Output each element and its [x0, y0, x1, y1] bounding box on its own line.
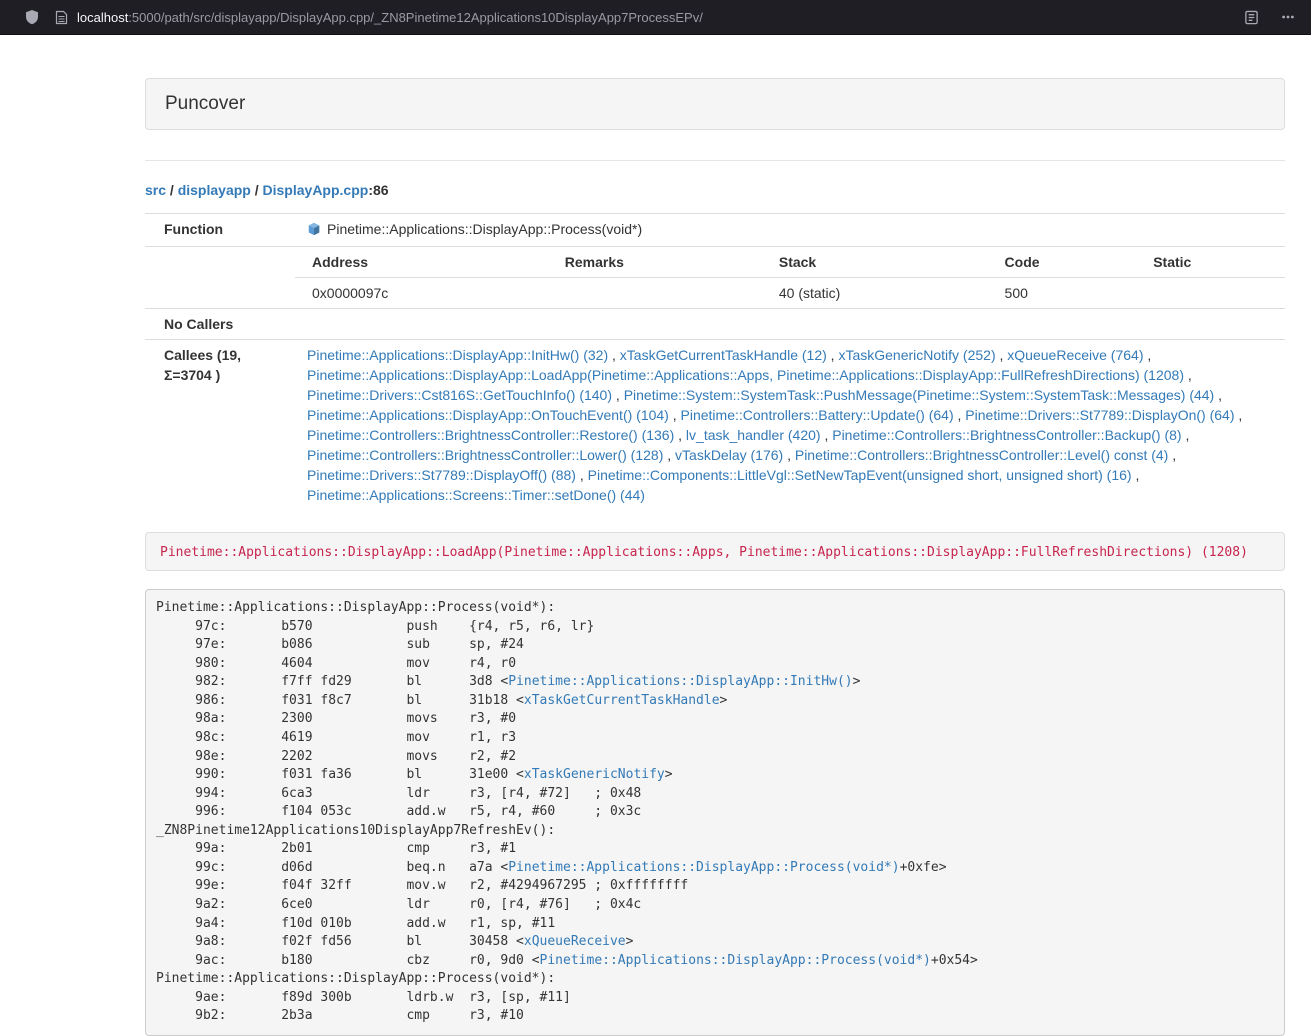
callee-link[interactable]: Pinetime::Controllers::BrightnessControl… — [832, 427, 1181, 443]
main-content: Puncover src / displayapp / DisplayApp.c… — [145, 78, 1285, 1036]
col-header-address: Address — [295, 247, 548, 278]
col-header-code: Code — [988, 247, 1137, 278]
breadcrumb-link-src[interactable]: src — [145, 182, 166, 198]
function-name: Pinetime::Applications::DisplayApp::Proc… — [327, 221, 642, 237]
callee-link[interactable]: lv_task_handler (420) — [686, 427, 821, 443]
callees-cell: Pinetime::Applications::DisplayApp::Init… — [295, 340, 1285, 511]
selected-symbol: Pinetime::Applications::DisplayApp::Load… — [160, 545, 1248, 560]
callee-link[interactable]: Pinetime::Applications::DisplayApp::Init… — [307, 347, 608, 363]
disassembly-symbol-link[interactable]: Pinetime::Applications::DisplayApp::Proc… — [508, 860, 899, 875]
col-header-static: Static — [1136, 247, 1285, 278]
no-callers-cell — [295, 309, 1285, 340]
function-table: Function Pinetime::Applications::Display… — [145, 213, 1285, 510]
callee-link[interactable]: vTaskDelay (176) — [675, 447, 783, 463]
url-host: localhost — [77, 10, 128, 25]
disassembly-symbol-link[interactable]: xTaskGetCurrentTaskHandle — [524, 693, 720, 708]
no-callers-label: No Callers — [145, 309, 295, 340]
app-title[interactable]: Puncover — [165, 93, 245, 114]
disassembly-symbol-link[interactable]: xTaskGenericNotify — [524, 767, 665, 782]
breadcrumb-link-displayapp-cpp[interactable]: DisplayApp.cpp — [263, 182, 369, 198]
detail-row: Address Remarks Stack Code Static 0x0000… — [145, 247, 1285, 309]
browser-toolbar: localhost:5000/path/src/displayapp/Displ… — [0, 0, 1311, 35]
no-callers-row: No Callers — [145, 309, 1285, 340]
disassembly-symbol-link[interactable]: Pinetime::Applications::DisplayApp::Init… — [508, 674, 852, 689]
callee-link[interactable]: xQueueReceive (764) — [1007, 347, 1143, 363]
stack-value: 40 (static) — [762, 278, 988, 309]
callee-link[interactable]: xTaskGenericNotify (252) — [838, 347, 995, 363]
url-bar[interactable]: localhost:5000/path/src/displayapp/Displ… — [55, 10, 1222, 25]
detail-header-row: Address Remarks Stack Code Static — [295, 247, 1285, 278]
page-actions-icon[interactable] — [1281, 10, 1295, 24]
callee-link[interactable]: Pinetime::Applications::Screens::Timer::… — [307, 487, 645, 503]
callee-link[interactable]: xTaskGetCurrentTaskHandle (12) — [620, 347, 827, 363]
shield-icon[interactable] — [24, 9, 40, 25]
disassembly-symbol-link[interactable]: xQueueReceive — [524, 934, 626, 949]
callee-link[interactable]: Pinetime::Controllers::Battery::Update()… — [681, 407, 954, 423]
callee-link[interactable]: Pinetime::Controllers::BrightnessControl… — [307, 427, 674, 443]
detail-table: Address Remarks Stack Code Static 0x0000… — [295, 247, 1285, 308]
breadcrumb-separator: / — [166, 182, 178, 198]
breadcrumb-link-displayapp[interactable]: displayapp — [178, 182, 251, 198]
page-icon — [55, 10, 68, 25]
detail-cell: Address Remarks Stack Code Static 0x0000… — [295, 247, 1285, 309]
callee-link[interactable]: Pinetime::Applications::DisplayApp::Load… — [307, 367, 1184, 383]
function-type-icon — [307, 221, 321, 241]
breadcrumb-line-number: :86 — [368, 182, 388, 198]
callee-link[interactable]: Pinetime::Controllers::BrightnessControl… — [795, 447, 1168, 463]
callee-link[interactable]: Pinetime::Drivers::St7789::DisplayOff() … — [307, 467, 576, 483]
col-header-stack: Stack — [762, 247, 988, 278]
code-value: 500 — [988, 278, 1137, 309]
selected-symbol-panel: Pinetime::Applications::DisplayApp::Load… — [145, 532, 1285, 571]
disassembly-symbol-link[interactable]: Pinetime::Applications::DisplayApp::Proc… — [540, 953, 931, 968]
url-path: :5000/path/src/displayapp/DisplayApp.cpp… — [128, 10, 703, 25]
callee-link[interactable]: Pinetime::System::SystemTask::PushMessag… — [624, 387, 1215, 403]
callee-link[interactable]: Pinetime::Drivers::Cst816S::GetTouchInfo… — [307, 387, 612, 403]
col-header-remarks: Remarks — [548, 247, 762, 278]
address-value: 0x0000097c — [295, 278, 548, 309]
callees-row: Callees (19, Σ=3704 ) Pinetime::Applicat… — [145, 340, 1285, 511]
callee-link[interactable]: Pinetime::Applications::DisplayApp::OnTo… — [307, 407, 669, 423]
function-row: Function Pinetime::Applications::Display… — [145, 214, 1285, 247]
callee-link[interactable]: Pinetime::Components::LittleVgl::SetNewT… — [588, 467, 1132, 483]
remarks-value — [548, 278, 762, 309]
callees-label: Callees (19, Σ=3704 ) — [145, 340, 295, 511]
detail-row-label — [145, 247, 295, 309]
callee-link[interactable]: Pinetime::Drivers::St7789::DisplayOn() (… — [965, 407, 1234, 423]
url-text: localhost:5000/path/src/displayapp/Displ… — [77, 10, 703, 25]
reader-mode-icon[interactable] — [1244, 10, 1259, 25]
breadcrumb: src / displayapp / DisplayApp.cpp:86 — [145, 180, 1285, 200]
app-title-panel: Puncover — [145, 78, 1285, 130]
function-label: Function — [145, 214, 295, 247]
callee-link[interactable]: Pinetime::Controllers::BrightnessControl… — [307, 447, 663, 463]
breadcrumb-separator: / — [251, 182, 263, 198]
divider — [145, 160, 1285, 161]
function-name-cell: Pinetime::Applications::DisplayApp::Proc… — [295, 214, 1285, 247]
detail-data-row: 0x0000097c 40 (static) 500 — [295, 278, 1285, 309]
disassembly-block: Pinetime::Applications::DisplayApp::Proc… — [145, 589, 1285, 1036]
static-value — [1136, 278, 1285, 309]
